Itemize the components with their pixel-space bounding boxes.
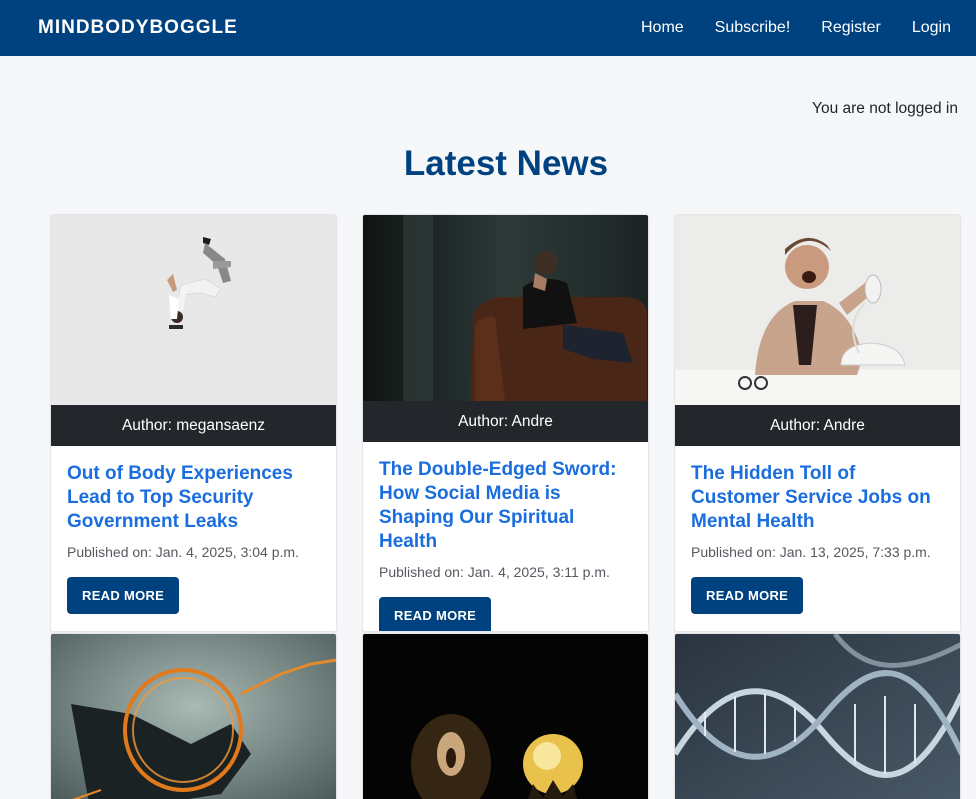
author-label: Author: Andre — [675, 405, 960, 446]
man-on-couch-image[interactable] — [363, 215, 648, 401]
read-more-button[interactable]: READ MORE — [67, 577, 180, 614]
published-date: Published on: Jan. 4, 2025, 3:04 p.m. — [67, 544, 299, 560]
nav-links: Home Subscribe! Register Login — [641, 0, 976, 56]
card-body: The Hidden Toll of Customer Service Jobs… — [675, 446, 960, 630]
fire-ring-image[interactable] — [51, 634, 336, 799]
author-label: Author: Andre — [363, 401, 648, 442]
article-card: Author: Andre The Hidden Toll of Custome… — [674, 214, 961, 632]
read-more-button[interactable]: READ MORE — [691, 577, 804, 614]
man-yelling-phone-image[interactable] — [675, 215, 960, 405]
article-card: Author: megansaenz Out of Body Experienc… — [50, 214, 337, 632]
published-date: Published on: Jan. 13, 2025, 7:33 p.m. — [691, 544, 931, 560]
author-label: Author: megansaenz — [51, 405, 336, 446]
nav-login-link[interactable]: Login — [912, 19, 951, 37]
card-body: The Double-Edged Sword: How Social Media… — [363, 442, 648, 631]
article-card: Author: Andre The Double-Edged Sword: Ho… — [362, 214, 649, 632]
article-title-link[interactable]: The Double-Edged Sword: How Social Media… — [379, 458, 632, 554]
login-status: You are not logged in — [812, 100, 958, 117]
article-card — [674, 633, 961, 799]
read-more-button[interactable]: READ MORE — [379, 597, 492, 631]
brand-logo[interactable]: MINDBODYBOGGLE — [38, 17, 238, 39]
article-title-link[interactable]: The Hidden Toll of Customer Service Jobs… — [691, 462, 944, 534]
falling-man-image[interactable] — [51, 215, 336, 405]
article-card — [362, 633, 649, 799]
published-date: Published on: Jan. 4, 2025, 3:11 p.m. — [379, 564, 610, 580]
nav-register-link[interactable]: Register — [821, 19, 881, 37]
article-card — [50, 633, 337, 799]
article-title-link[interactable]: Out of Body Experiences Lead to Top Secu… — [67, 462, 320, 534]
nav-subscribe-link[interactable]: Subscribe! — [715, 19, 791, 37]
card-body: Out of Body Experiences Lead to Top Secu… — [51, 446, 336, 630]
page-title: Latest News — [403, 144, 609, 183]
crystal-ball-image[interactable] — [363, 634, 648, 799]
dna-helix-image[interactable] — [675, 634, 960, 799]
navbar: MINDBODYBOGGLE Home Subscribe! Register … — [0, 0, 976, 56]
nav-home-link[interactable]: Home — [641, 19, 684, 37]
